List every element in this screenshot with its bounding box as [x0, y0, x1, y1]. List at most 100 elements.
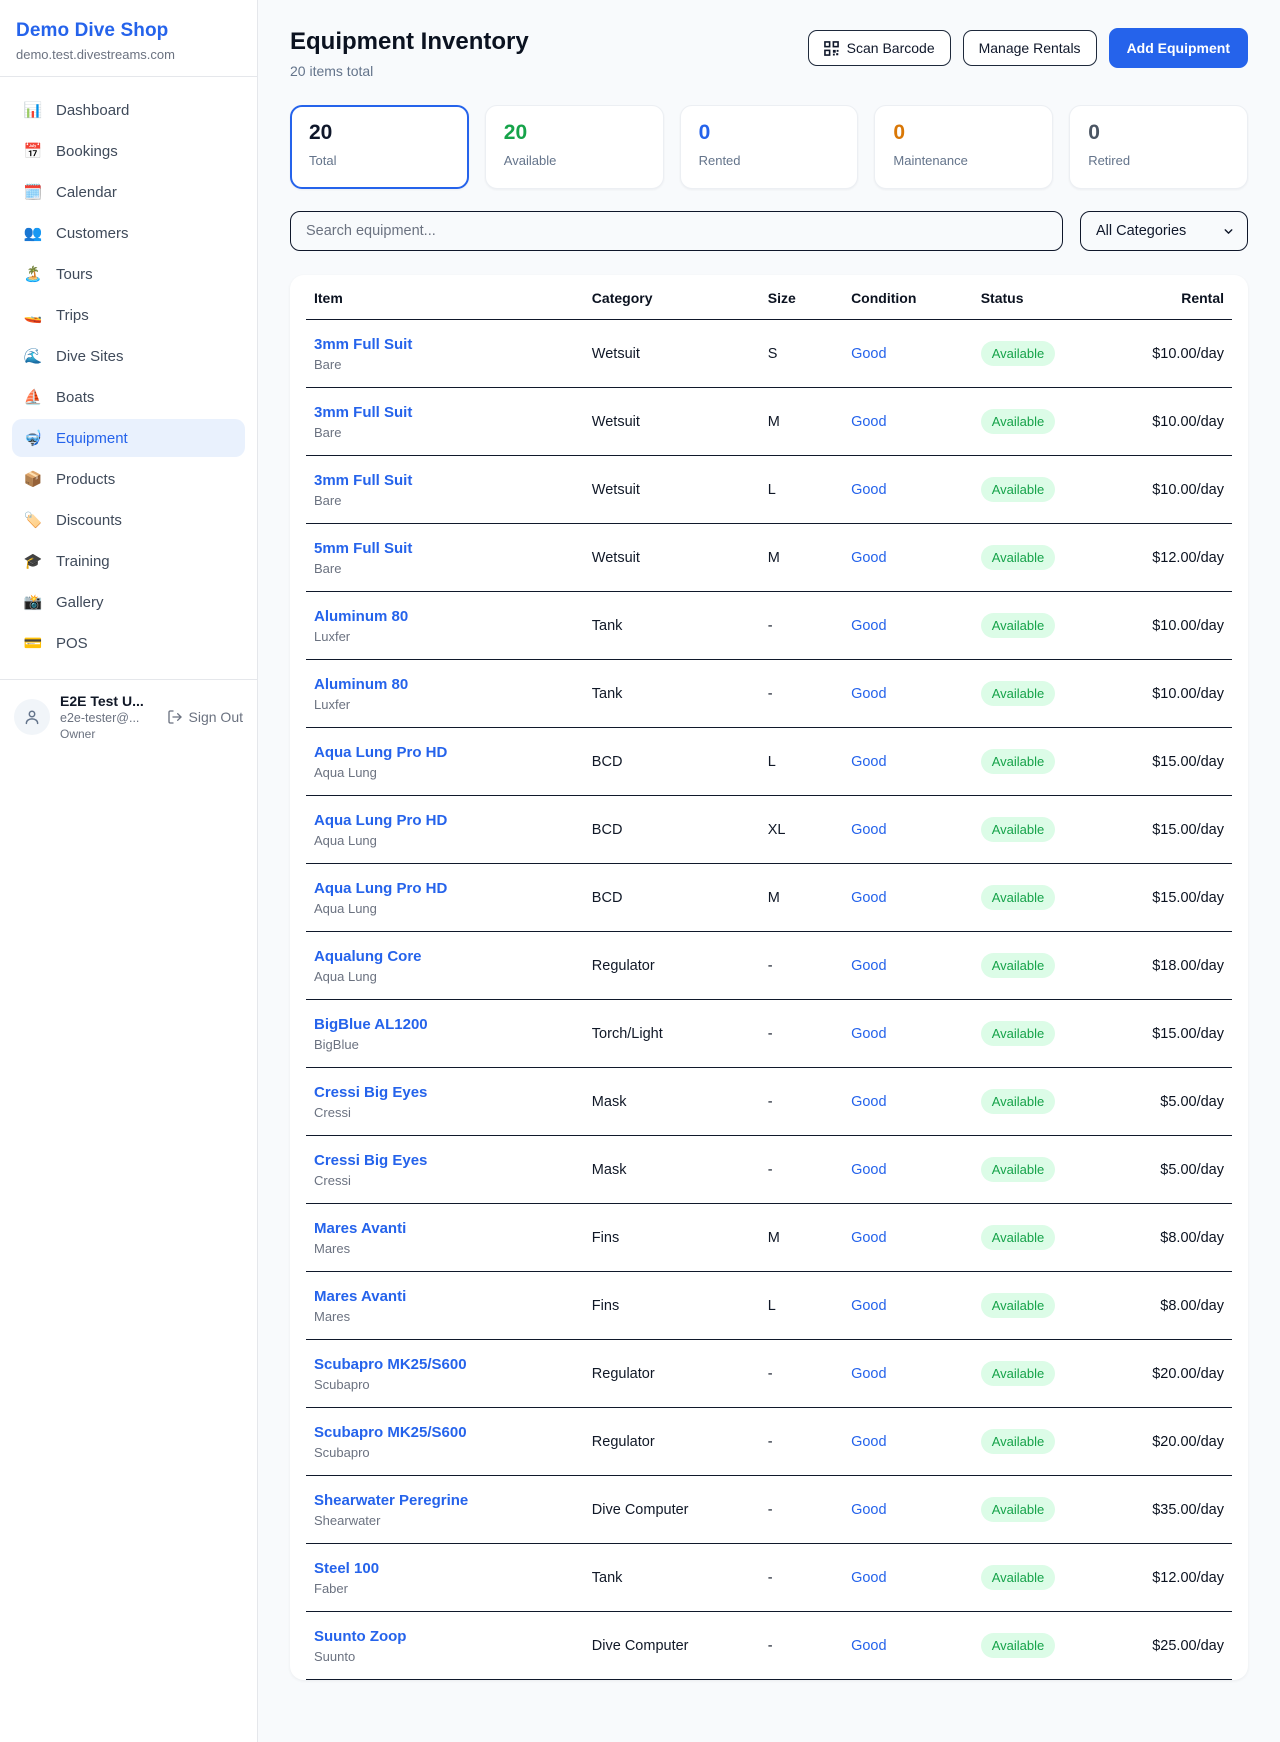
- col-condition: Condition: [843, 275, 973, 320]
- sidebar-item[interactable]: 🏷️ Discounts: [12, 501, 245, 539]
- item-condition-link[interactable]: Good: [843, 388, 973, 456]
- bookings-icon: 📅: [23, 142, 43, 160]
- item-condition-link[interactable]: Good: [843, 524, 973, 592]
- user-email: e2e-tester@...: [60, 711, 157, 725]
- item-condition-link[interactable]: Good: [843, 1272, 973, 1340]
- item-size: -: [760, 1612, 843, 1680]
- item-condition-link[interactable]: Good: [843, 1068, 973, 1136]
- item-name-link[interactable]: Steel 100: [314, 1560, 576, 1577]
- item-name-link[interactable]: Mares Avanti: [314, 1220, 576, 1237]
- sidebar-item-label: Bookings: [56, 143, 118, 160]
- item-condition-link[interactable]: Good: [843, 456, 973, 524]
- sidebar-item[interactable]: 📅 Bookings: [12, 132, 245, 170]
- item-name-link[interactable]: Aqua Lung Pro HD: [314, 812, 576, 829]
- item-rental-price: $10.00/day: [1112, 592, 1232, 660]
- item-name-link[interactable]: Scubapro MK25/S600: [314, 1356, 576, 1373]
- sidebar-item[interactable]: 🌊 Dive Sites: [12, 337, 245, 375]
- item-condition-link[interactable]: Good: [843, 1204, 973, 1272]
- item-name-link[interactable]: Cressi Big Eyes: [314, 1152, 576, 1169]
- sidebar-item[interactable]: 🚤 Trips: [12, 296, 245, 334]
- status-badge: Available: [981, 749, 1056, 774]
- item-name-link[interactable]: 3mm Full Suit: [314, 336, 576, 353]
- item-name-link[interactable]: Mares Avanti: [314, 1288, 576, 1305]
- sidebar-item[interactable]: 🤿 Equipment: [12, 419, 245, 457]
- item-name-link[interactable]: Scubapro MK25/S600: [314, 1424, 576, 1441]
- item-condition-link[interactable]: Good: [843, 1544, 973, 1612]
- item-condition-link[interactable]: Good: [843, 932, 973, 1000]
- sidebar-item-label: Dive Sites: [56, 348, 124, 365]
- search-input[interactable]: [290, 211, 1063, 251]
- item-category: Wetsuit: [584, 456, 760, 524]
- shop-name[interactable]: Demo Dive Shop: [16, 20, 241, 42]
- manage-rentals-button[interactable]: Manage Rentals: [963, 30, 1097, 66]
- item-condition-link[interactable]: Good: [843, 1136, 973, 1204]
- item-category: Torch/Light: [584, 1000, 760, 1068]
- item-name-link[interactable]: Aluminum 80: [314, 608, 576, 625]
- item-condition-link[interactable]: Good: [843, 796, 973, 864]
- sidebar-item[interactable]: ⛵ Boats: [12, 378, 245, 416]
- status-badge: Available: [981, 1225, 1056, 1250]
- item-condition-link[interactable]: Good: [843, 1476, 973, 1544]
- stat-card[interactable]: 20 Total: [290, 105, 469, 189]
- item-condition-link[interactable]: Good: [843, 1612, 973, 1680]
- item-name-link[interactable]: BigBlue AL1200: [314, 1016, 576, 1033]
- item-condition-link[interactable]: Good: [843, 660, 973, 728]
- table-row: Aqua Lung Pro HD Aqua Lung BCD L Good Av…: [306, 728, 1232, 796]
- item-condition-link[interactable]: Good: [843, 1340, 973, 1408]
- item-condition-link[interactable]: Good: [843, 1408, 973, 1476]
- sidebar-item[interactable]: 💳 POS: [12, 624, 245, 662]
- item-brand: Suunto: [314, 1649, 576, 1664]
- category-filter[interactable]: All Categories: [1080, 211, 1248, 251]
- item-rental-price: $10.00/day: [1112, 456, 1232, 524]
- stat-label: Retired: [1088, 153, 1229, 168]
- sidebar-item[interactable]: 🎓 Training: [12, 542, 245, 580]
- item-category: Wetsuit: [584, 320, 760, 388]
- item-rental-price: $5.00/day: [1112, 1136, 1232, 1204]
- stat-card[interactable]: 0 Rented: [680, 105, 859, 189]
- item-name-link[interactable]: Shearwater Peregrine: [314, 1492, 576, 1509]
- sidebar-item[interactable]: 📊 Dashboard: [12, 91, 245, 129]
- stat-card[interactable]: 0 Retired: [1069, 105, 1248, 189]
- stat-card[interactable]: 0 Maintenance: [874, 105, 1053, 189]
- item-name-link[interactable]: Cressi Big Eyes: [314, 1084, 576, 1101]
- item-condition-link[interactable]: Good: [843, 1000, 973, 1068]
- table-row: 3mm Full Suit Bare Wetsuit M Good Availa…: [306, 388, 1232, 456]
- item-brand: Mares: [314, 1309, 576, 1324]
- user-info: E2E Test U... e2e-tester@... Owner: [60, 693, 157, 741]
- trips-icon: 🚤: [23, 306, 43, 324]
- table-row: 3mm Full Suit Bare Wetsuit S Good Availa…: [306, 320, 1232, 388]
- status-badge: Available: [981, 1497, 1056, 1522]
- sidebar-item[interactable]: 👥 Customers: [12, 214, 245, 252]
- add-equipment-button[interactable]: Add Equipment: [1109, 28, 1248, 68]
- item-category: Tank: [584, 592, 760, 660]
- item-name-link[interactable]: Aqua Lung Pro HD: [314, 744, 576, 761]
- item-name-link[interactable]: 5mm Full Suit: [314, 540, 576, 557]
- stat-card[interactable]: 20 Available: [485, 105, 664, 189]
- status-badge: Available: [981, 341, 1056, 366]
- sidebar-item[interactable]: 🗓️ Calendar: [12, 173, 245, 211]
- table-row: Cressi Big Eyes Cressi Mask - Good Avail…: [306, 1136, 1232, 1204]
- sign-out-button[interactable]: Sign Out: [167, 709, 243, 725]
- sidebar-item[interactable]: 📸 Gallery: [12, 583, 245, 621]
- item-name-link[interactable]: Aqualung Core: [314, 948, 576, 965]
- item-condition-link[interactable]: Good: [843, 592, 973, 660]
- item-name-link[interactable]: Suunto Zoop: [314, 1628, 576, 1645]
- gallery-icon: 📸: [23, 593, 43, 611]
- sidebar-item-label: Equipment: [56, 430, 128, 447]
- item-condition-link[interactable]: Good: [843, 728, 973, 796]
- sidebar-item[interactable]: 📦 Products: [12, 460, 245, 498]
- scan-barcode-button[interactable]: Scan Barcode: [808, 30, 951, 66]
- item-rental-price: $10.00/day: [1112, 320, 1232, 388]
- item-condition-link[interactable]: Good: [843, 320, 973, 388]
- item-name-link[interactable]: Aluminum 80: [314, 676, 576, 693]
- item-size: S: [760, 320, 843, 388]
- item-name-link[interactable]: Aqua Lung Pro HD: [314, 880, 576, 897]
- sidebar-item[interactable]: 🏝️ Tours: [12, 255, 245, 293]
- item-name-link[interactable]: 3mm Full Suit: [314, 404, 576, 421]
- item-rental-price: $12.00/day: [1112, 1544, 1232, 1612]
- table-row: 3mm Full Suit Bare Wetsuit L Good Availa…: [306, 456, 1232, 524]
- item-condition-link[interactable]: Good: [843, 864, 973, 932]
- item-name-link[interactable]: 3mm Full Suit: [314, 472, 576, 489]
- status-badge: Available: [981, 545, 1056, 570]
- item-size: -: [760, 932, 843, 1000]
